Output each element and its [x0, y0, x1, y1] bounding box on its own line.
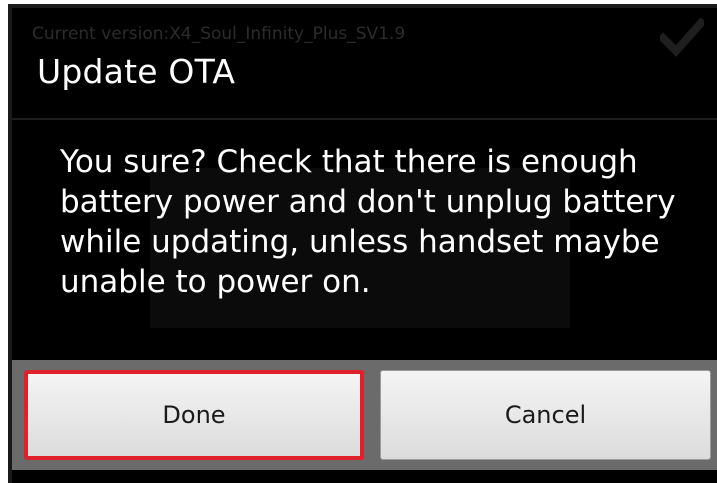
title-divider — [12, 118, 717, 120]
cancel-button-label: Cancel — [504, 401, 587, 429]
screen: Current version:X4_Soul_Infinity_Plus_SV… — [0, 0, 717, 483]
cancel-button[interactable]: Cancel — [380, 370, 711, 460]
dialog-message: You sure? Check that there is enough bat… — [60, 144, 676, 300]
dialog-title: Update OTA — [37, 52, 236, 91]
checkmark-icon — [660, 18, 704, 57]
done-button[interactable]: Done — [24, 370, 364, 460]
done-button-label: Done — [162, 401, 226, 429]
background-version-text: Current version:X4_Soul_Infinity_Plus_SV… — [32, 24, 406, 44]
